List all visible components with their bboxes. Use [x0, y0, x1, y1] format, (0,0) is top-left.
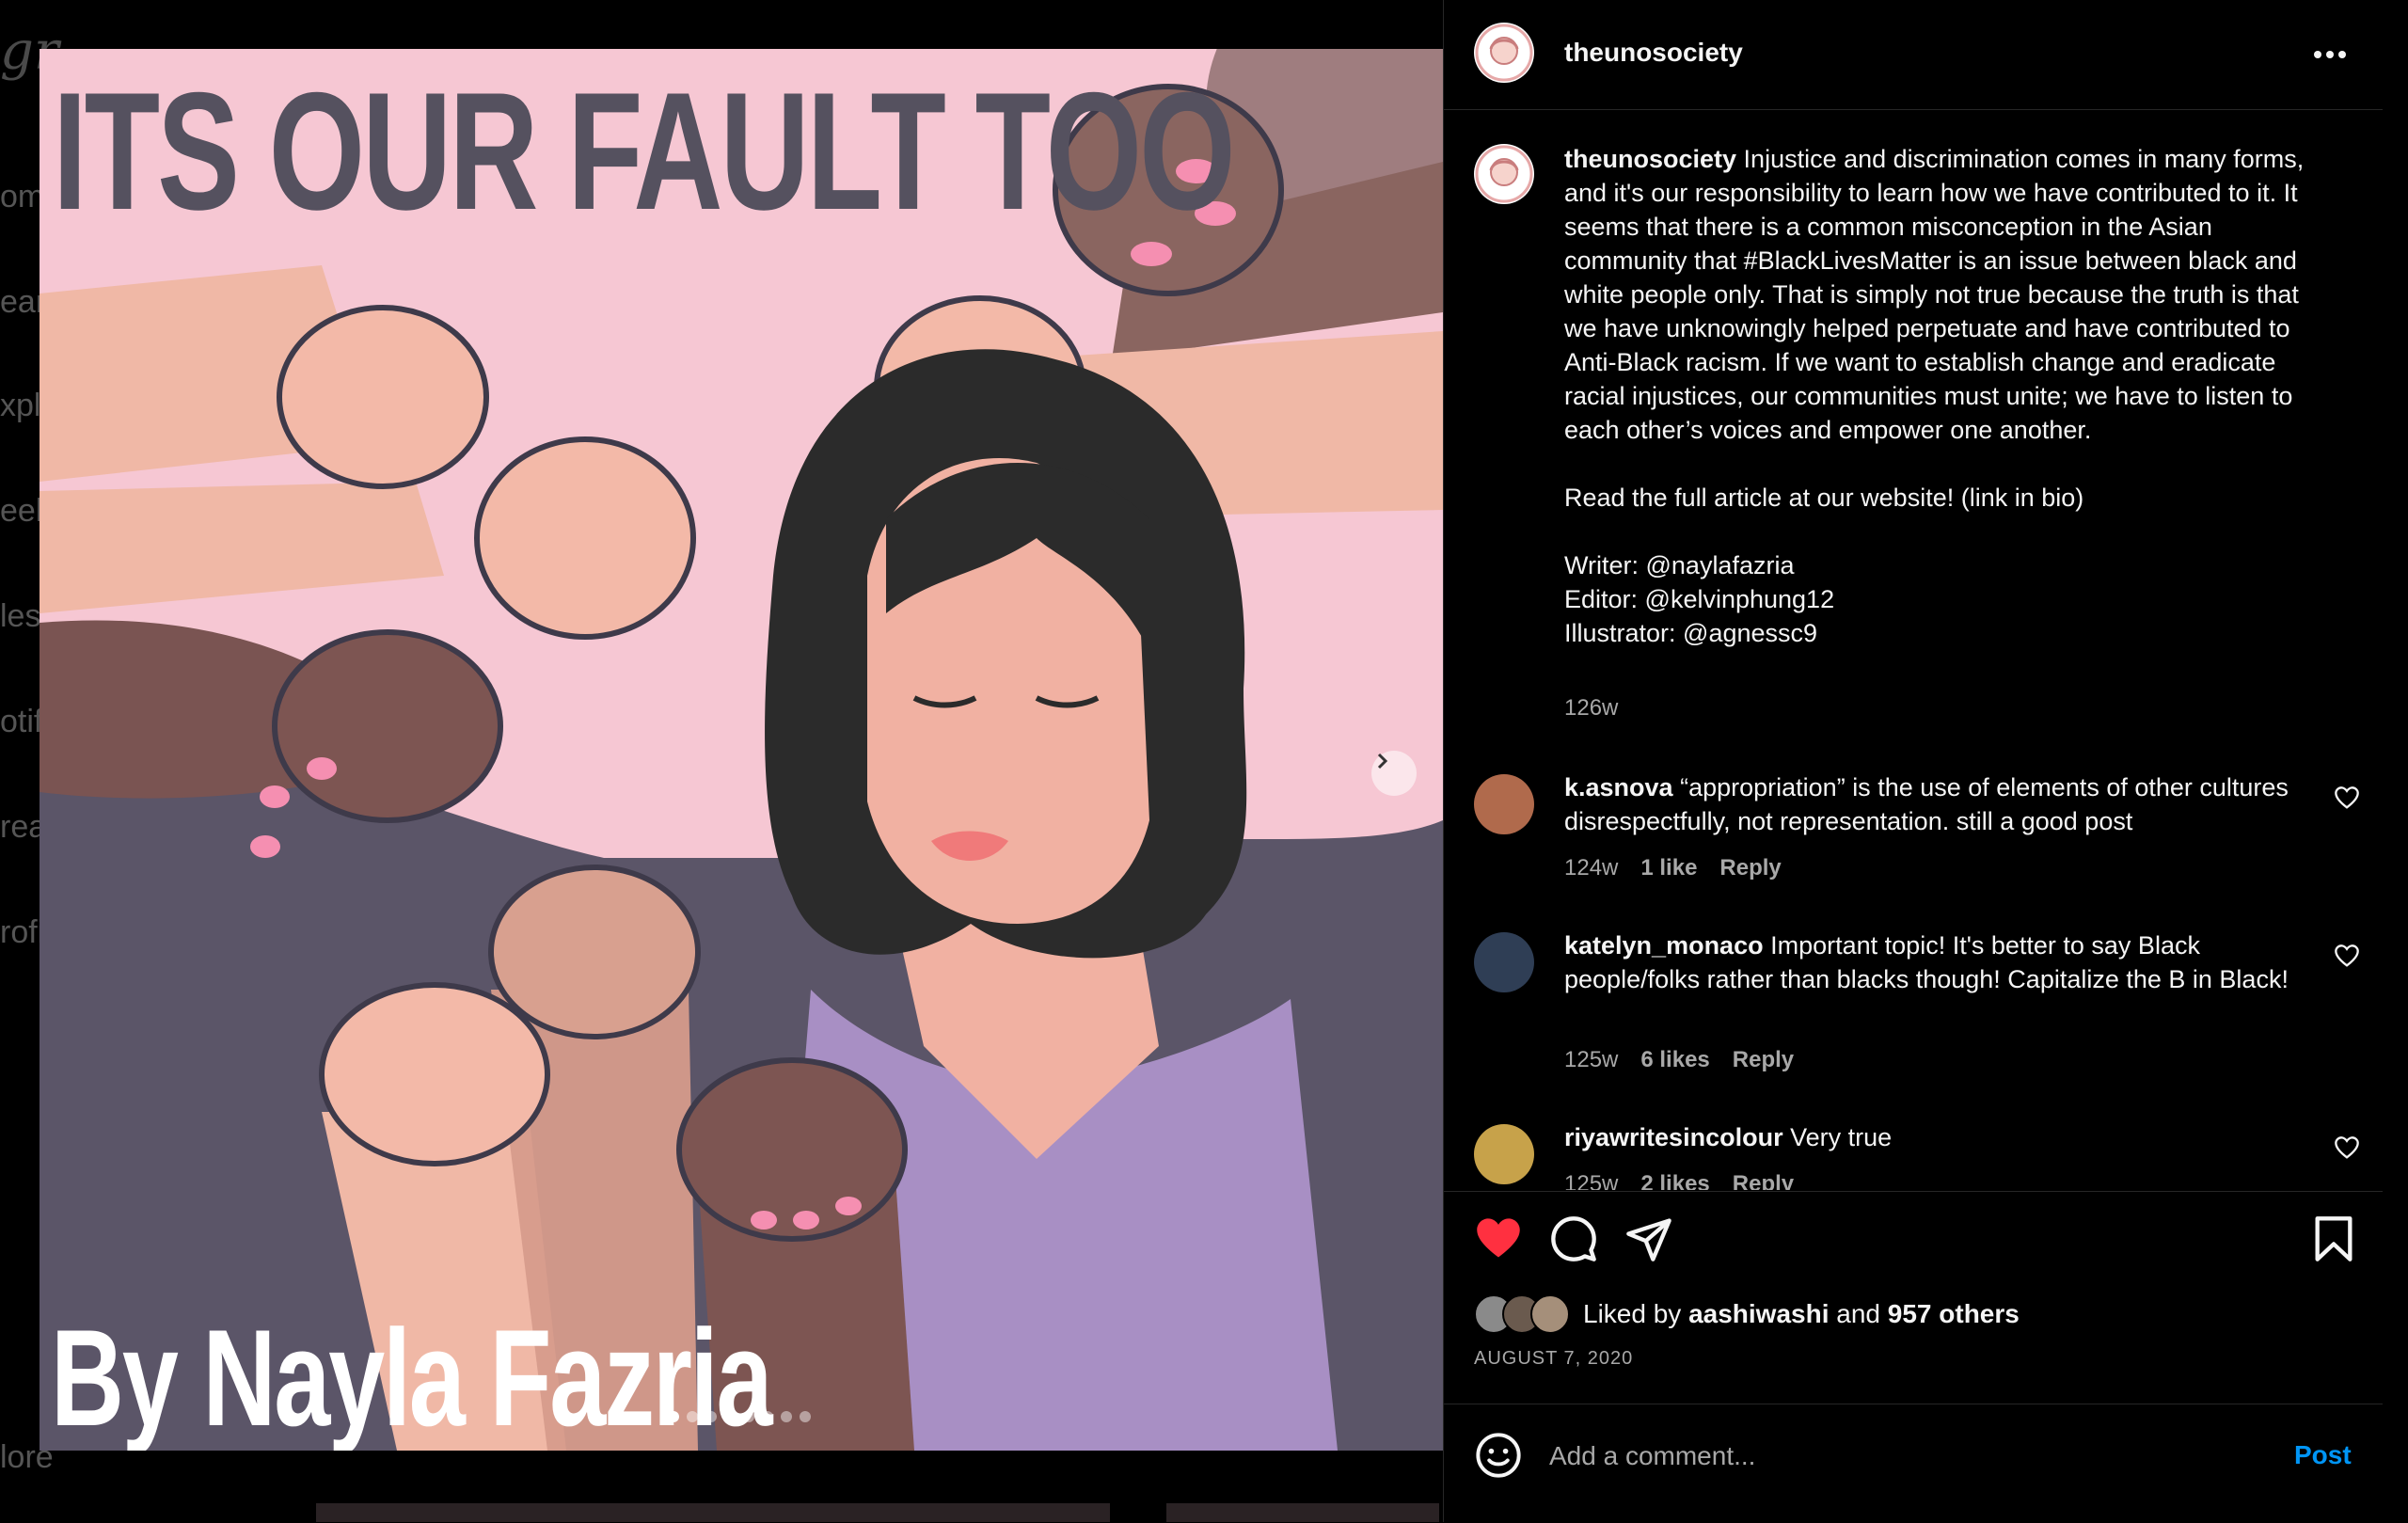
- carousel-dot: [668, 1411, 679, 1422]
- post-comment-button[interactable]: Post: [2294, 1440, 2352, 1470]
- comment-likes[interactable]: 1 like: [1640, 855, 1697, 880]
- comment-username[interactable]: katelyn_monaco: [1564, 931, 1764, 960]
- background-nav-home: om: [0, 179, 45, 214]
- carousel-dot: [705, 1411, 717, 1422]
- liked-by-user-link[interactable]: aashiwashi: [1688, 1299, 1829, 1328]
- post-caption: theunosociety Injustice and discriminati…: [1564, 142, 2317, 650]
- brand-logo-icon: [1475, 145, 1533, 203]
- comment-time: 125w: [1564, 1171, 1619, 1190]
- liked-by-and: and: [1836, 1299, 1880, 1328]
- author-avatar[interactable]: [1474, 23, 1534, 83]
- carousel-indicator: [668, 1411, 811, 1422]
- post-image: ITS OUR FAULT TOO By Nayla Fazria: [40, 49, 1443, 1451]
- comment-reply-button[interactable]: Reply: [1719, 855, 1781, 880]
- share-icon[interactable]: [1624, 1214, 1673, 1263]
- author-username[interactable]: theunosociety: [1564, 38, 1743, 68]
- carousel-dot: [687, 1411, 698, 1422]
- comment-body: “appropriation” is the use of elements o…: [1564, 773, 2289, 835]
- more-options-button[interactable]: [2309, 34, 2351, 75]
- bookmark-icon[interactable]: [2309, 1214, 2358, 1263]
- post-header: theunosociety: [1444, 0, 2383, 110]
- comment-like-icon[interactable]: [2334, 1135, 2360, 1162]
- add-comment-bar: Post: [1444, 1404, 2383, 1523]
- caption-timestamp: 126w: [1564, 695, 1619, 721]
- comment-icon[interactable]: [1549, 1214, 1598, 1263]
- comment-username[interactable]: k.asnova: [1564, 773, 1673, 801]
- carousel-dot: [781, 1411, 792, 1422]
- comment-input[interactable]: [1547, 1429, 2210, 1483]
- carousel-dot: [762, 1411, 773, 1422]
- chevron-right-icon: [1377, 753, 1388, 769]
- brand-logo-icon: [1475, 24, 1533, 82]
- carousel-next-button[interactable]: [1371, 751, 1417, 796]
- background-grid-thumb: [1166, 1503, 1439, 1522]
- comment-likes[interactable]: 2 likes: [1640, 1171, 1709, 1190]
- comment-meta: 125w 6 likes Reply: [1564, 1047, 1794, 1073]
- liked-by-label: Liked by: [1583, 1299, 1682, 1328]
- comment-meta: 125w 2 likes Reply: [1564, 1171, 1794, 1190]
- post-date[interactable]: AUGUST 7, 2020: [1474, 1348, 1633, 1370]
- comment-text: k.asnova “appropriation” is the use of e…: [1564, 770, 2298, 838]
- more-options-icon: [2314, 51, 2346, 58]
- post-illustration: [40, 49, 1443, 1451]
- comment-like-icon[interactable]: [2334, 944, 2360, 970]
- comment-reply-button[interactable]: Reply: [1733, 1171, 1794, 1190]
- image-title: ITS OUR FAULT TOO: [53, 57, 1236, 245]
- comment-likes[interactable]: 6 likes: [1640, 1047, 1709, 1072]
- comment-body: Very true: [1790, 1123, 1893, 1151]
- comment-text: katelyn_monaco Important topic! It's bet…: [1564, 928, 2298, 996]
- comment-time: 124w: [1564, 855, 1619, 880]
- image-byline: By Nayla Fazria: [51, 1301, 773, 1451]
- carousel-dot: [743, 1411, 754, 1422]
- comment-text: riyawritesincolour Very true: [1564, 1120, 2298, 1154]
- emoji-icon[interactable]: [1474, 1431, 1523, 1480]
- comment-like-icon[interactable]: [2334, 785, 2360, 812]
- caption-text: Injustice and discrimination comes in ma…: [1564, 145, 2305, 647]
- comment-reply-button[interactable]: Reply: [1733, 1047, 1794, 1072]
- comments-list[interactable]: theunosociety Injustice and discriminati…: [1444, 110, 2383, 1190]
- comment-time: 125w: [1564, 1047, 1619, 1072]
- likes-text: Liked by aashiwashi and 957 others: [1583, 1299, 2020, 1329]
- likes-summary: Liked by aashiwashi and 957 others: [1474, 1293, 2020, 1335]
- comment-meta: 124w 1 like Reply: [1564, 855, 1782, 881]
- commenter-avatar[interactable]: [1474, 932, 1534, 992]
- background-nav-profile: rofi: [0, 914, 45, 950]
- caption-username[interactable]: theunosociety: [1564, 145, 1736, 173]
- post-actions: Liked by aashiwashi and 957 others AUGUS…: [1444, 1191, 2383, 1404]
- background-grid-thumb: [316, 1503, 1110, 1522]
- carousel-dot: [800, 1411, 811, 1422]
- caption-author-avatar[interactable]: [1474, 144, 1534, 204]
- liked-by-others-link[interactable]: 957 others: [1888, 1299, 2020, 1328]
- liker-avatar: [1530, 1294, 1570, 1334]
- background-nav-notifications: otif: [0, 704, 43, 739]
- comment-username[interactable]: riyawritesincolour: [1564, 1123, 1783, 1151]
- heart-filled-icon[interactable]: [1474, 1214, 1523, 1263]
- post-details-panel: theunosociety theunosociety Injustice an…: [1443, 0, 2383, 1522]
- commenter-avatar[interactable]: [1474, 1124, 1534, 1184]
- commenter-avatar[interactable]: [1474, 774, 1534, 834]
- carousel-dot: [724, 1411, 736, 1422]
